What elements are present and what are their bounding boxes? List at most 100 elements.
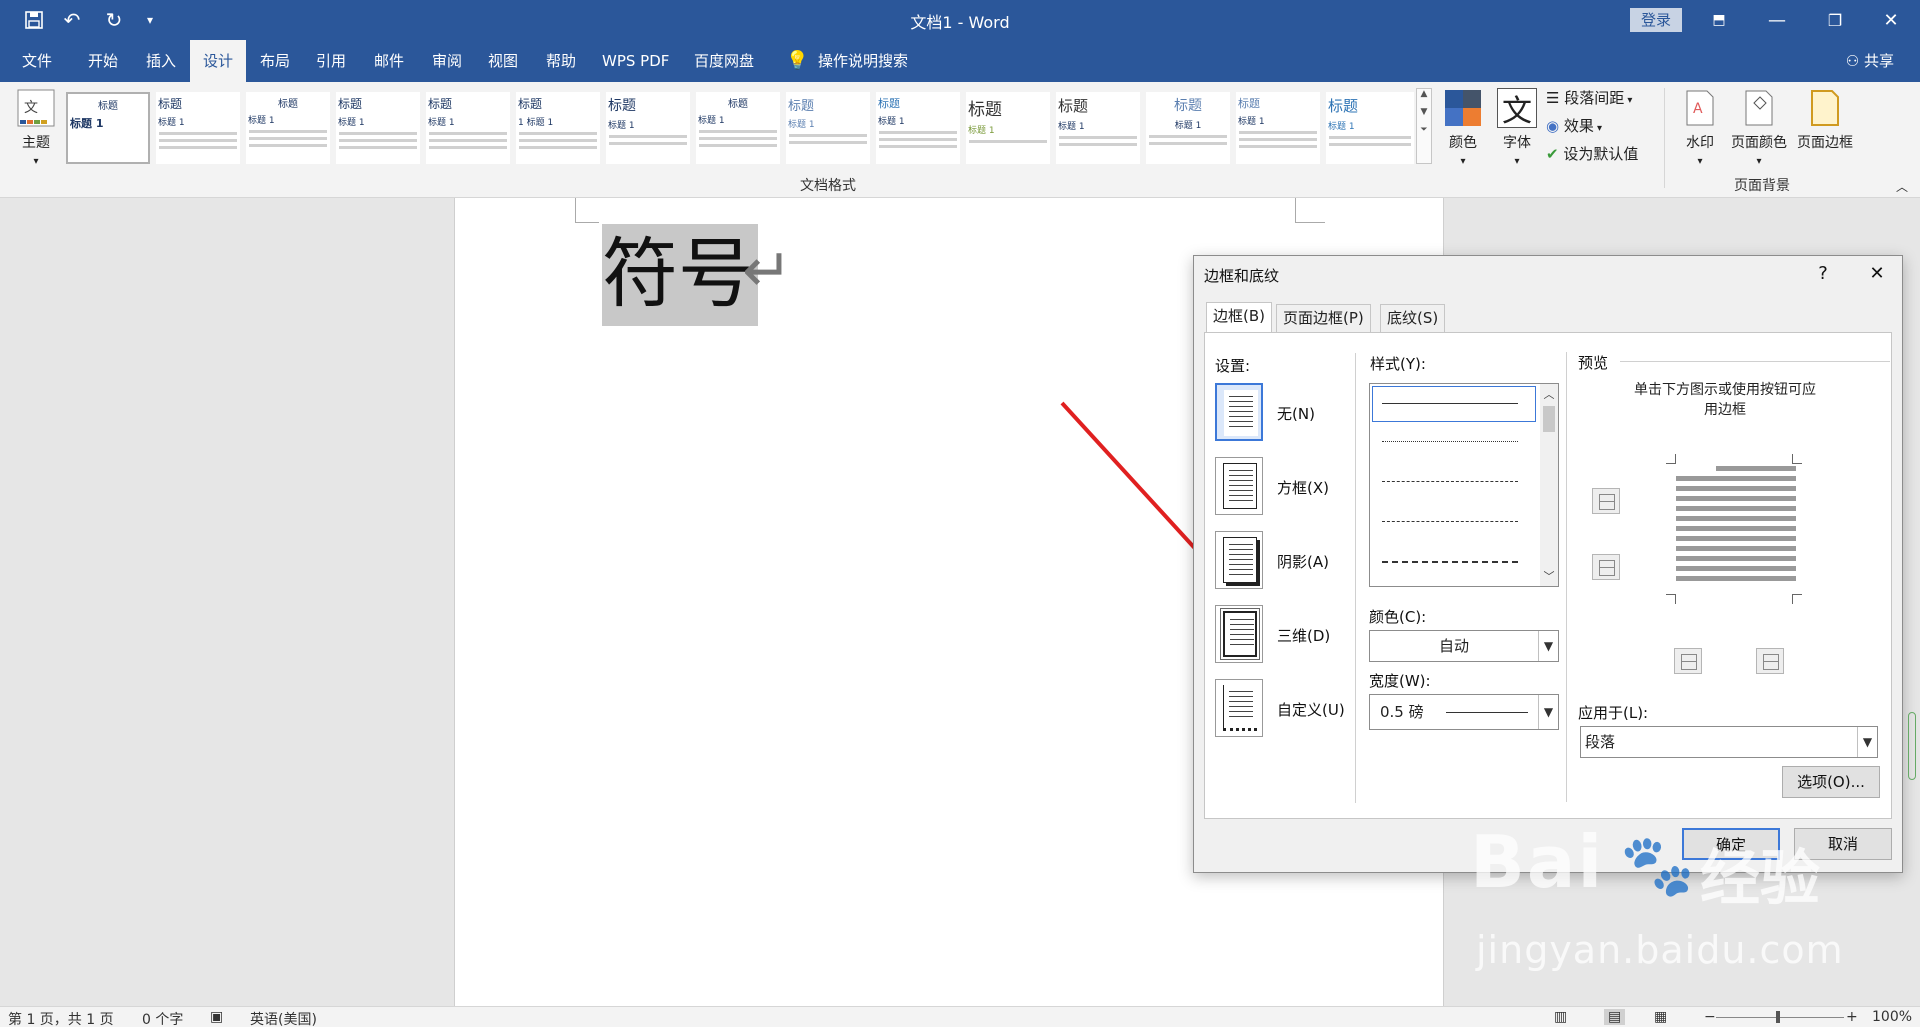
dialog-close-button[interactable]: ✕ [1860,260,1894,288]
style-set-item[interactable]: 标题 标题 1 [606,92,690,164]
tab-help[interactable]: 帮助 [544,40,578,82]
width-dropdown[interactable]: 0.5 磅 ▼ [1369,694,1559,730]
line-style-list[interactable]: ︿ ﹀ [1369,383,1559,587]
tab-shading[interactable]: 底纹(S) [1380,304,1446,332]
scrollbar-thumb[interactable] [1543,406,1555,432]
color-dropdown[interactable]: 自动 ▼ [1369,630,1559,662]
style-set-item[interactable]: 标题 标题 1 [1236,92,1320,164]
read-mode-icon[interactable]: ▥ [1554,1009,1567,1025]
language-indicator[interactable]: 英语(美国) [250,1009,317,1027]
setting-box-icon[interactable] [1215,457,1263,515]
restore-button[interactable]: ❐ [1806,0,1864,40]
collapse-ribbon-icon[interactable]: ︿ [1896,178,1908,195]
colors-button[interactable]: 颜色 ▾ [1438,88,1488,168]
setting-3d-label[interactable]: 三维(D) [1277,625,1330,646]
page-color-button[interactable]: 页面颜色 ▾ [1726,88,1792,168]
setting-none-icon[interactable] [1215,383,1263,441]
setting-shadow-icon[interactable] [1215,531,1263,589]
left-border-button[interactable] [1674,648,1702,674]
vertical-scrollbar-thumb[interactable] [1908,712,1916,780]
tell-me-search[interactable]: 操作说明搜索 [816,40,910,82]
tab-baidu-netdisk[interactable]: 百度网盘 [692,40,756,82]
line-style-dashed-small[interactable] [1382,481,1518,482]
setting-none-label[interactable]: 无(N) [1277,403,1315,424]
line-style-dashed[interactable] [1382,521,1518,522]
style-list-scrollbar[interactable]: ︿ ﹀ [1540,384,1558,586]
proofing-icon[interactable]: ▣ [210,1009,223,1025]
style-set-item[interactable]: 标题 标题 1 [66,92,150,164]
tab-file[interactable]: 文件 [20,40,54,82]
zoom-slider-thumb[interactable] [1776,1011,1780,1023]
top-border-button[interactable] [1592,488,1620,514]
set-default-button[interactable]: ✔ 设为默认值 [1546,142,1638,166]
chevron-down-icon[interactable]: ▼ [1538,695,1558,729]
watermark-button[interactable]: A 水印 ▾ [1680,88,1720,168]
zoom-level[interactable]: 100% [1872,1009,1912,1025]
chevron-down-icon[interactable]: ▼ [1857,727,1877,757]
chevron-down-icon: ▾ [1514,156,1520,167]
border-preview-diagram[interactable] [1666,454,1802,604]
tab-references[interactable]: 引用 [314,40,348,82]
close-window-button[interactable]: ✕ [1862,0,1920,40]
fonts-button[interactable]: 文 字体 ▾ [1492,88,1542,168]
print-layout-icon[interactable]: ▤ [1604,1009,1626,1025]
paragraph-spacing-button[interactable]: ☰ 段落间距 ▾ [1546,86,1632,110]
setting-box-label[interactable]: 方框(X) [1277,477,1329,498]
zoom-in-icon[interactable]: + [1846,1009,1858,1025]
zoom-out-icon[interactable]: − [1704,1009,1716,1025]
style-set-item[interactable]: 标题 标题 1 [786,92,870,164]
chevron-down-icon[interactable]: ▼ [1417,107,1431,117]
page-count[interactable]: 第 1 页，共 1 页 [8,1009,114,1027]
themes-button[interactable]: 文 主题 ▾ [10,88,62,168]
tab-layout[interactable]: 布局 [258,40,292,82]
share-button[interactable]: ⚇ 共享 [1846,40,1894,82]
style-set-item[interactable]: 标题 标题 1 [246,92,330,164]
right-border-button[interactable] [1756,648,1784,674]
style-set-item[interactable]: 标题 标题 1 [696,92,780,164]
style-set-item[interactable]: 标题 标题 1 [1146,92,1230,164]
chevron-down-icon[interactable]: ▼ [1538,631,1558,661]
word-count[interactable]: 0 个字 [142,1009,183,1027]
tab-insert[interactable]: 插入 [144,40,178,82]
page-borders-button[interactable]: 页面边框 [1794,88,1856,152]
web-layout-icon[interactable]: ▦ [1654,1009,1667,1025]
tab-borders[interactable]: 边框(B) [1206,302,1272,333]
style-set-item[interactable]: 标题 标题 1 [426,92,510,164]
tab-home[interactable]: 开始 [86,40,120,82]
line-style-dotted[interactable] [1382,441,1518,442]
tab-wps-pdf[interactable]: WPS PDF [600,40,671,82]
selected-text[interactable]: 符号 [602,224,758,326]
minimize-button[interactable]: — [1748,0,1806,40]
setting-custom-icon[interactable] [1215,679,1263,737]
tab-mailings[interactable]: 邮件 [372,40,406,82]
style-set-item[interactable]: 标题 1 标题 1 [516,92,600,164]
setting-custom-label[interactable]: 自定义(U) [1277,699,1345,720]
gallery-more-icon[interactable]: ⏷ [1417,125,1431,135]
chevron-up-icon[interactable]: ▲ [1417,89,1431,99]
style-set-item[interactable]: 标题 标题 1 [336,92,420,164]
chevron-down-icon[interactable]: ﹀ [1540,568,1558,584]
help-button[interactable]: ? [1806,260,1840,288]
line-style-solid[interactable] [1382,403,1518,404]
style-set-item[interactable]: 标题 标题 1 [966,92,1050,164]
tab-view[interactable]: 视图 [486,40,520,82]
effects-button[interactable]: ◉ 效果 ▾ [1546,114,1602,138]
zoom-slider[interactable] [1716,1017,1844,1018]
ribbon-display-options-icon[interactable]: ⬒ [1690,0,1748,40]
style-set-item[interactable]: 标题 标题 1 [876,92,960,164]
setting-shadow-label[interactable]: 阴影(A) [1277,551,1329,572]
line-style-dash-dot[interactable] [1382,561,1518,563]
setting-3d-icon[interactable] [1215,605,1263,663]
tab-review[interactable]: 审阅 [430,40,464,82]
style-set-item[interactable]: 标题 标题 1 [156,92,240,164]
apply-to-dropdown[interactable]: 段落 ▼ [1580,726,1878,758]
chevron-up-icon[interactable]: ︿ [1540,386,1558,402]
tab-page-border[interactable]: 页面边框(P) [1276,304,1371,332]
gallery-scrollbar[interactable]: ▲ ▼ ⏷ [1416,88,1432,164]
style-set-item[interactable]: 标题 标题 1 [1056,92,1140,164]
bottom-border-button[interactable] [1592,554,1620,580]
login-button[interactable]: 登录 [1630,8,1682,32]
tab-design[interactable]: 设计 [190,40,246,82]
options-button[interactable]: 选项(O)... [1782,766,1880,798]
style-set-item[interactable]: 标题 标题 1 [1326,92,1414,164]
